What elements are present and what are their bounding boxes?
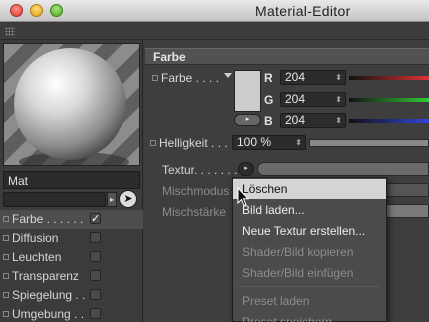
channel-checkbox[interactable] (90, 308, 101, 319)
brightness-label: Helligkeit . . . (159, 136, 228, 150)
b-gradient-slider[interactable] (349, 119, 429, 123)
mix-mode-label: Mischmodus (162, 184, 230, 198)
menu-item-preset-speichern[interactable]: Preset speichern (233, 312, 386, 322)
channel-item-spiegelung[interactable]: Spiegelung . . (0, 286, 143, 305)
r-label: R (264, 71, 273, 85)
play-arrow-icon[interactable]: ▸ (234, 114, 261, 126)
mix-strength-label: Mischstärke (162, 205, 227, 219)
minimize-icon[interactable] (30, 4, 43, 17)
channel-checkbox[interactable] (90, 232, 101, 243)
g-gradient-slider[interactable] (349, 98, 429, 102)
menu-item-shader-kopieren[interactable]: Shader/Bild kopieren (233, 242, 386, 262)
param-marker (152, 75, 158, 81)
dropdown-arrow-icon[interactable] (224, 73, 232, 78)
channel-checkbox[interactable] (90, 289, 101, 300)
param-marker (150, 140, 156, 146)
b-value-field[interactable]: 204 ⬍ (280, 113, 346, 128)
brightness-slider[interactable] (309, 139, 429, 147)
close-icon[interactable] (10, 4, 23, 17)
texture-label: Textur. . . . . . . (162, 163, 238, 177)
mix-mode-select[interactable] (385, 183, 429, 197)
checkmark-icon[interactable]: ✓ (90, 213, 101, 225)
menu-separator (239, 286, 380, 287)
left-panel: Mat ▸ ➤ Farbe . . . . . . ✓ Diffusion Le… (0, 40, 143, 322)
channel-list: Farbe . . . . . . ✓ Diffusion Leuchten T… (0, 210, 143, 322)
title-bar: Material-Editor (0, 0, 429, 22)
menu-item-neue-textur[interactable]: Neue Textur erstellen... (233, 221, 386, 241)
channel-checkbox[interactable] (90, 251, 101, 262)
toolbar (0, 23, 429, 40)
section-header: Farbe (145, 48, 429, 65)
channel-item-transparenz[interactable]: Transparenz (0, 267, 143, 286)
channel-item-farbe[interactable]: Farbe . . . . . . ✓ (0, 210, 143, 229)
mouse-pointer-icon (237, 187, 249, 207)
g-value-field[interactable]: 204 ⬍ (280, 92, 346, 107)
b-label: B (264, 114, 273, 128)
r-value-field[interactable]: 204 ⬍ (280, 70, 346, 85)
menu-item-shader-einfuegen[interactable]: Shader/Bild einfügen (233, 263, 386, 283)
r-gradient-slider[interactable] (349, 76, 429, 80)
channel-checkbox[interactable] (90, 270, 101, 281)
play-arrow-icon[interactable]: ▸ (107, 192, 117, 207)
texture-field[interactable] (257, 162, 429, 176)
section-title: Farbe (153, 50, 186, 64)
g-label: G (264, 93, 274, 107)
material-preview[interactable] (3, 43, 140, 166)
zoom-icon[interactable] (50, 4, 63, 17)
mix-strength-slider[interactable] (385, 204, 429, 218)
menu-item-bild-laden[interactable]: Bild laden... (233, 200, 386, 220)
play-arrow-icon[interactable]: ▸ (238, 162, 254, 176)
window-title: Material-Editor (255, 3, 351, 19)
color-label: Farbe . . . . (161, 71, 220, 85)
brightness-value-field[interactable]: 100 % ⬍ (232, 135, 306, 150)
menu-item-loeschen[interactable]: Löschen (233, 179, 386, 199)
texture-context-menu: Löschen Bild laden... Neue Textur erstel… (232, 177, 387, 322)
grip-icon[interactable] (5, 27, 15, 36)
channel-item-diffusion[interactable]: Diffusion (0, 229, 143, 248)
filter-field[interactable] (3, 192, 106, 207)
color-swatch[interactable] (234, 70, 261, 112)
material-name-field[interactable]: Mat (3, 171, 140, 189)
channel-item-leuchten[interactable]: Leuchten (0, 248, 143, 267)
pointer-icon[interactable]: ➤ (119, 190, 137, 208)
menu-item-preset-laden[interactable]: Preset laden (233, 291, 386, 311)
channel-item-umgebung[interactable]: Umgebung . . (0, 305, 143, 322)
